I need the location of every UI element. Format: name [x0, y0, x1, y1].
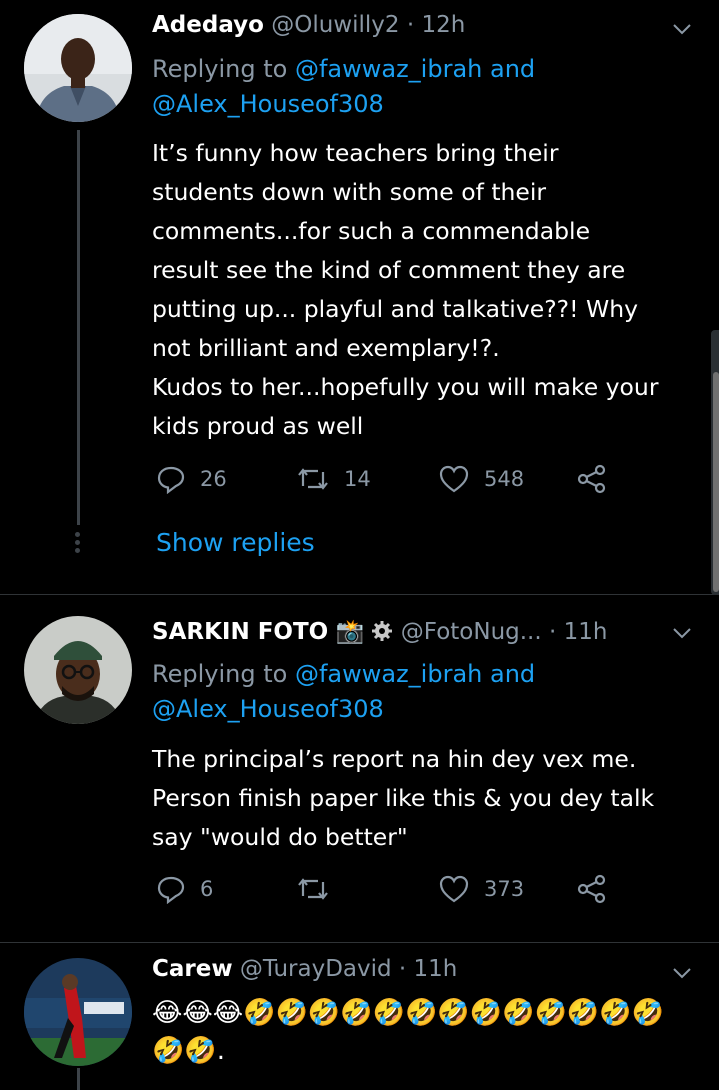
reply-and: and — [490, 660, 536, 688]
reply-user-link[interactable]: @fawwaz_ibrah — [295, 55, 482, 83]
reply-icon — [157, 466, 185, 494]
tweet-text: The principal’s report na hin dey vex me… — [152, 740, 654, 857]
retweet-icon — [298, 878, 328, 900]
emoji-line: 🤣🤣. — [152, 1036, 226, 1066]
tweet-actions: 6 373 — [152, 874, 632, 914]
tweet-line: Kudos to her...hopefully you will make y… — [152, 373, 659, 401]
avatar[interactable] — [24, 616, 132, 724]
reply-and: and — [490, 55, 536, 83]
heart-icon — [439, 465, 469, 493]
replying-to: Replying to @fawwaz_ibrah and @Alex_Hous… — [152, 52, 535, 122]
tweet-text: It’s funny how teachers bring their stud… — [152, 134, 658, 446]
emoji-line: 😂😂😂🤣🤣🤣🤣🤣🤣🤣🤣🤣🤣🤣🤣🤣 — [152, 998, 664, 1028]
replying-prefix: Replying to — [152, 55, 288, 83]
tweet-line: comments...for such a commendable — [152, 217, 591, 245]
chevron-down-icon[interactable] — [671, 622, 693, 644]
replying-to: Replying to @fawwaz_ibrah and @Alex_Hous… — [152, 657, 535, 727]
replying-prefix: Replying to — [152, 660, 288, 688]
tweet-actions: 26 14 548 — [152, 464, 632, 504]
reply-count: 26 — [200, 467, 227, 491]
share-icon — [577, 874, 606, 904]
scrollbar-thumb[interactable] — [713, 372, 719, 592]
tweet-line: not brilliant and exemplary!?. — [152, 334, 500, 362]
tweet-header: SARKIN FOTO 📸 @FotoNug... · 11h — [152, 618, 607, 645]
divider — [0, 942, 719, 943]
tweet-line: say "would do better" — [152, 823, 408, 851]
reply-button[interactable]: 26 — [156, 464, 227, 494]
display-name[interactable]: SARKIN FOTO — [152, 619, 328, 645]
handle[interactable]: @FotoNug... — [401, 619, 542, 645]
reply-button[interactable]: 6 — [156, 874, 213, 904]
share-button[interactable] — [576, 874, 608, 904]
tweet-header: Adedayo @Oluwilly2 · 12h — [152, 12, 465, 38]
retweet-icon — [298, 468, 328, 490]
handle[interactable]: @Oluwilly2 — [271, 12, 399, 38]
timestamp[interactable]: · 11h — [399, 956, 457, 982]
tweet-line: putting up... playful and talkative??! W… — [152, 295, 639, 323]
share-button[interactable] — [576, 464, 608, 494]
retweet-count: 14 — [344, 467, 371, 491]
reply-user-link[interactable]: @Alex_Houseof308 — [152, 90, 384, 118]
tweet-line: students down with some of their — [152, 178, 547, 206]
retweet-button[interactable] — [296, 874, 344, 904]
avatar[interactable] — [24, 14, 132, 122]
gear-icon — [372, 621, 393, 641]
reply-user-link[interactable]: @Alex_Houseof308 — [152, 695, 384, 723]
chevron-down-icon[interactable] — [671, 962, 693, 984]
divider — [0, 594, 719, 595]
show-replies-link[interactable]: Show replies — [156, 528, 315, 557]
reply-count: 6 — [200, 877, 214, 901]
like-button[interactable]: 373 — [438, 874, 524, 904]
tweet-header: Carew @TurayDavid · 11h — [152, 956, 457, 982]
reply-user-link[interactable]: @fawwaz_ibrah — [295, 660, 482, 688]
tweet-line: The principal’s report na hin dey vex me… — [152, 745, 637, 773]
tweet-line: kids proud as well — [152, 412, 364, 440]
timestamp[interactable]: · 12h — [407, 12, 465, 38]
tweet-line: It’s funny how teachers bring their — [152, 139, 559, 167]
heart-icon — [439, 875, 469, 903]
tweet-text: 😂😂😂🤣🤣🤣🤣🤣🤣🤣🤣🤣🤣🤣🤣🤣 🤣🤣. — [152, 994, 664, 1070]
thread-dots — [74, 532, 82, 556]
display-name[interactable]: Carew — [152, 956, 233, 982]
tweet-line: Person finish paper like this & you dey … — [152, 784, 655, 812]
avatar[interactable] — [24, 958, 132, 1066]
thread-line — [77, 1068, 80, 1090]
thread-line — [77, 130, 80, 525]
share-icon — [577, 464, 606, 494]
like-count: 373 — [484, 877, 525, 901]
display-name[interactable]: Adedayo — [152, 12, 264, 38]
chevron-down-icon[interactable] — [671, 18, 693, 40]
retweet-button[interactable]: 14 — [296, 464, 371, 494]
handle[interactable]: @TurayDavid — [240, 956, 392, 982]
timestamp[interactable]: · 11h — [549, 619, 607, 645]
like-count: 548 — [484, 467, 525, 491]
tweet-line: result see the kind of comment they are — [152, 256, 626, 284]
like-button[interactable]: 548 — [438, 464, 524, 494]
camera-emoji: 📸 — [335, 619, 365, 645]
reply-icon — [157, 876, 185, 904]
